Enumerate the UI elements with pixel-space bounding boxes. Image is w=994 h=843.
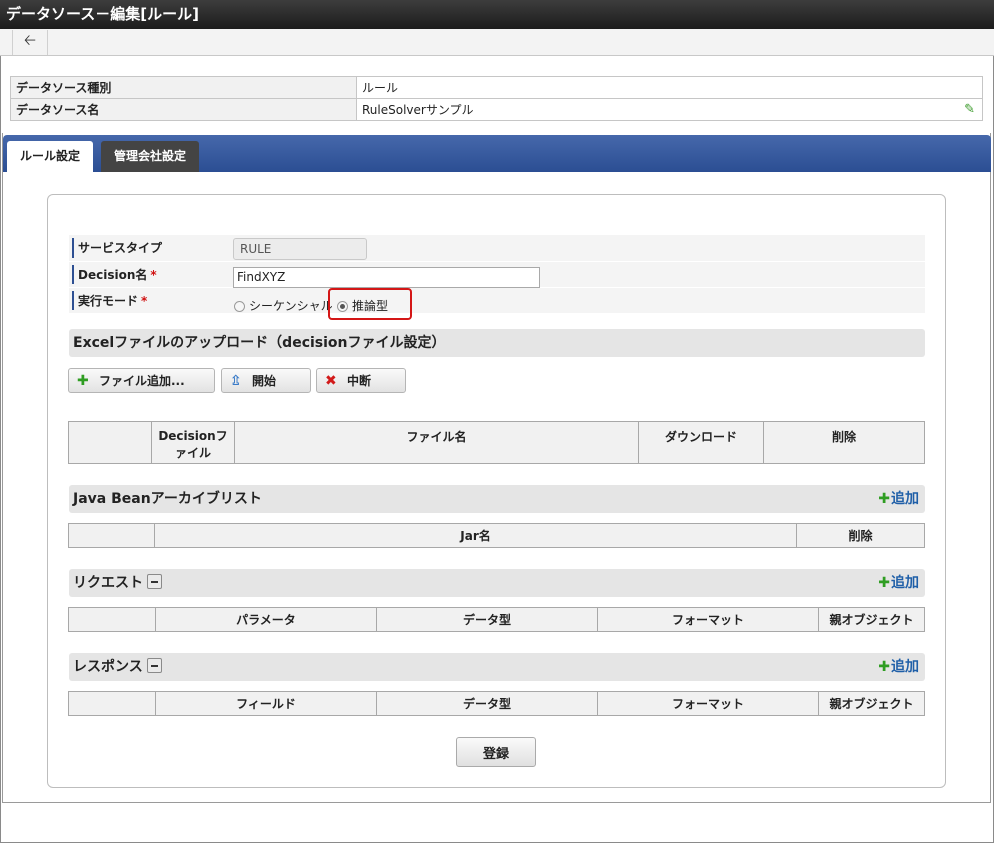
request-table: パラメータ データ型 フォーマット 親オブジェクト	[68, 607, 925, 632]
excel-section-title: Excelファイルのアップロード（decisionファイル設定）	[73, 335, 446, 351]
required-mark: *	[150, 267, 157, 282]
tab-bar: ルール設定 管理会社設定	[3, 135, 991, 172]
column-header: 削除	[796, 523, 925, 548]
start-upload-button[interactable]: ⇫ 開始	[221, 368, 311, 393]
add-label: 追加	[891, 575, 919, 591]
column-header	[68, 523, 155, 548]
window-title: データソース－編集[ルール]	[0, 0, 994, 29]
stop-label: 中断	[347, 374, 372, 388]
service-type-field: RULE	[233, 238, 367, 260]
decision-label-cell: Decision名 *	[69, 261, 227, 288]
service-type-label: サービスタイプ	[69, 235, 227, 262]
plus-icon: ✚	[878, 575, 890, 591]
response-add-link[interactable]: ✚追加	[878, 653, 919, 681]
info-label: データソース種別	[10, 76, 357, 99]
jar-table: Jar名 削除	[68, 523, 925, 548]
required-mark: *	[141, 293, 148, 308]
decision-file-table: Decisionファイル ファイル名 ダウンロード 削除	[68, 421, 925, 464]
column-header	[68, 691, 156, 716]
plus-icon: ✚	[878, 491, 890, 507]
mode-label: 実行モード	[78, 293, 139, 308]
column-header: Jar名	[154, 523, 797, 548]
table-header-row: フィールド データ型 フォーマット 親オブジェクト	[68, 691, 925, 716]
add-label: 追加	[891, 659, 919, 675]
form-row: サービスタイプ	[69, 235, 925, 262]
column-header: データ型	[376, 607, 598, 632]
column-header: 親オブジェクト	[818, 691, 925, 716]
info-value: RuleSolverサンプル	[362, 103, 474, 117]
edit-pencil-icon[interactable]: ✎	[964, 102, 975, 117]
column-header: Decisionファイル	[151, 421, 235, 464]
datasource-info-table: データソース種別 ルール データソース名 RuleSolverサンプル ✎	[10, 76, 983, 121]
column-header	[68, 607, 156, 632]
stop-upload-button[interactable]: ✖ 中断	[316, 368, 406, 393]
response-table: フィールド データ型 フォーマット 親オブジェクト	[68, 691, 925, 716]
upload-icon: ⇫	[230, 372, 242, 389]
response-section-header: レスポンス ✚追加	[69, 653, 925, 681]
request-add-link[interactable]: ✚追加	[878, 569, 919, 597]
column-header: 削除	[763, 421, 925, 464]
column-header: ファイル名	[234, 421, 639, 464]
request-section-header: リクエスト ✚追加	[69, 569, 925, 597]
highlight-box	[328, 288, 412, 320]
mode-option-sequential[interactable]: シーケンシャル	[234, 297, 333, 314]
column-header: ダウンロード	[638, 421, 764, 464]
column-header: フォーマット	[597, 691, 819, 716]
cancel-icon: ✖	[325, 372, 337, 389]
request-section-title: リクエスト	[73, 575, 143, 591]
mode-option-label: シーケンシャル	[249, 299, 333, 313]
info-value: ルール	[356, 76, 983, 99]
info-label: データソース名	[10, 98, 357, 121]
add-label: 追加	[891, 491, 919, 507]
decision-label: Decision名	[78, 267, 148, 282]
tab-management-company[interactable]: 管理会社設定	[101, 141, 200, 172]
column-header: パラメータ	[155, 607, 377, 632]
jar-add-link[interactable]: ✚追加	[878, 485, 919, 513]
column-header: データ型	[376, 691, 598, 716]
radio-sequential[interactable]	[234, 301, 245, 312]
info-row: データソース種別 ルール	[10, 76, 983, 99]
plus-icon: ✚	[878, 659, 890, 675]
start-label: 開始	[252, 374, 277, 388]
info-row: データソース名 RuleSolverサンプル ✎	[10, 98, 983, 121]
jar-section-header: Java Beanアーカイブリスト ✚追加	[69, 485, 925, 513]
table-header-row: Jar名 削除	[68, 523, 925, 548]
register-button[interactable]: 登録	[456, 737, 536, 767]
decision-name-input[interactable]: FindXYZ	[233, 267, 540, 288]
plus-icon: ✚	[77, 372, 89, 389]
tab-rule-settings[interactable]: ルール設定	[7, 141, 94, 172]
form-row: 実行モード *	[69, 287, 925, 314]
column-header: フォーマット	[597, 607, 819, 632]
column-header	[68, 421, 152, 464]
back-arrow-icon: 🡠	[23, 31, 37, 49]
excel-section-header: Excelファイルのアップロード（decisionファイル設定）	[69, 329, 925, 357]
mode-label-cell: 実行モード *	[69, 287, 227, 314]
column-header: フィールド	[155, 691, 377, 716]
add-file-button[interactable]: ✚ ファイル追加...	[68, 368, 215, 393]
collapse-icon[interactable]	[147, 574, 162, 589]
toolbar: 🡠	[0, 29, 994, 56]
back-button[interactable]: 🡠	[12, 30, 48, 55]
info-value-cell: RuleSolverサンプル ✎	[356, 98, 983, 121]
column-header: 親オブジェクト	[818, 607, 925, 632]
response-section-title: レスポンス	[73, 659, 143, 675]
collapse-icon[interactable]	[146, 658, 162, 673]
jar-section-title: Java Beanアーカイブリスト	[73, 491, 262, 507]
table-header-row: Decisionファイル ファイル名 ダウンロード 削除	[68, 421, 925, 464]
table-header-row: パラメータ データ型 フォーマット 親オブジェクト	[68, 607, 925, 632]
add-file-label: ファイル追加...	[99, 374, 185, 388]
